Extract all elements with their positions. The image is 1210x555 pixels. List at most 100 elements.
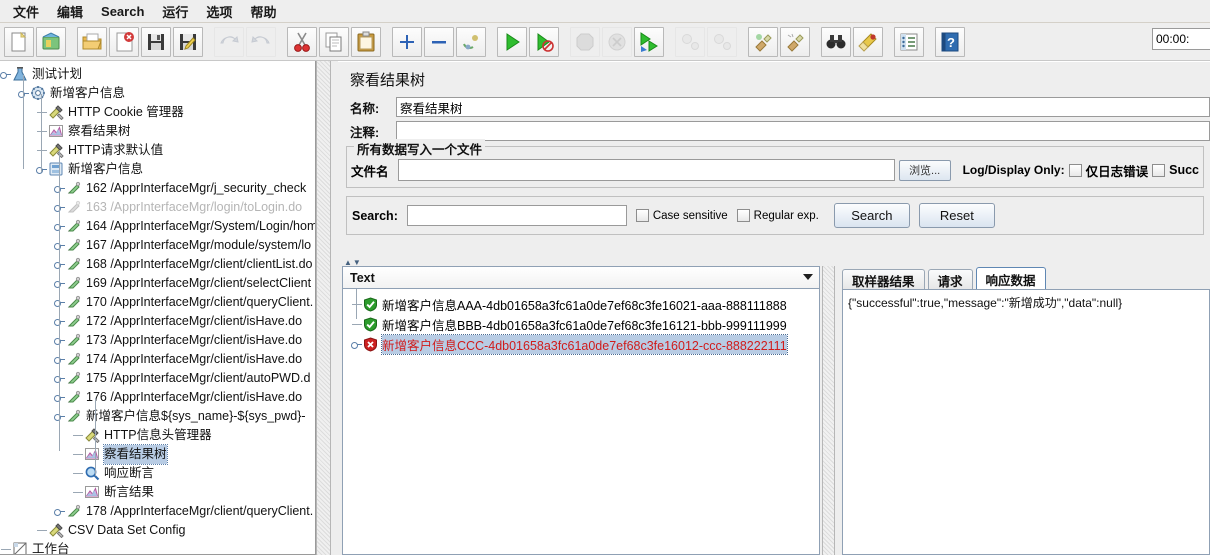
- search-input[interactable]: [406, 205, 627, 226]
- results-vertical-scrollbar[interactable]: [822, 266, 835, 555]
- copy-icon[interactable]: [319, 26, 349, 57]
- tree-node[interactable]: 162 /ApprInterfaceMgr/j_security_check: [0, 179, 315, 198]
- undo-icon: [214, 26, 244, 57]
- save-as-icon[interactable]: [173, 26, 203, 57]
- successes-only-checkbox[interactable]: [1152, 163, 1166, 177]
- name-input[interactable]: [396, 97, 1210, 117]
- toolbar-separator: [925, 27, 934, 57]
- elapsed-timer: 00:00:: [1152, 28, 1210, 50]
- sampler-icon: [66, 351, 83, 368]
- tree-node[interactable]: 169 /ApprInterfaceMgr/client/selectClien…: [0, 274, 315, 293]
- clear-icon[interactable]: [748, 26, 778, 57]
- menu-file[interactable]: 文件: [4, 0, 48, 23]
- case-sensitive-checkbox[interactable]: [635, 209, 649, 222]
- tree-node[interactable]: 察看结果树: [0, 122, 315, 141]
- result-row[interactable]: 新增客户信息BBB-4db01658a3fc61a0de7ef68c3fe161…: [343, 314, 819, 334]
- tree-node[interactable]: 172 /ApprInterfaceMgr/client/isHave.do: [0, 312, 315, 331]
- tree-node[interactable]: 174 /ApprInterfaceMgr/client/isHave.do: [0, 350, 315, 369]
- search-button[interactable]: Search: [833, 203, 910, 228]
- tree-node[interactable]: 168 /ApprInterfaceMgr/client/clientList.…: [0, 255, 315, 274]
- tree-node[interactable]: 163 /ApprInterfaceMgr/login/toLogin.do: [0, 198, 315, 217]
- tree-elbow: [36, 521, 48, 540]
- case-sensitive-checkbox-wrap[interactable]: Case sensitive: [635, 209, 728, 222]
- tree-node[interactable]: HTTP Cookie 管理器: [0, 103, 315, 122]
- collapse-all-icon[interactable]: [424, 26, 454, 57]
- menu-options[interactable]: 选项: [197, 0, 241, 23]
- results-tree[interactable]: 新增客户信息AAA-4db01658a3fc61a0de7ef68c3fe160…: [343, 289, 819, 355]
- search-icon[interactable]: [821, 26, 851, 57]
- result-expand-handle[interactable]: [351, 339, 362, 350]
- filename-label: 文件名: [351, 164, 389, 179]
- controller-icon: [48, 161, 65, 178]
- function-helper-icon[interactable]: [894, 26, 924, 57]
- tree-node-label: 167 /ApprInterfaceMgr/module/system/lo: [86, 238, 312, 252]
- comment-input[interactable]: [396, 121, 1210, 141]
- filename-input[interactable]: [397, 159, 895, 181]
- result-tabs[interactable]: 取样器结果 请求 响应数据: [838, 266, 1210, 290]
- results-tree-panel[interactable]: Text 新增客户信息AAA-4db01658a3fc61a0de7ef68c3…: [342, 266, 820, 555]
- new-icon[interactable]: [4, 26, 34, 57]
- tree-node-label: 新增客户信息: [68, 162, 144, 176]
- tree-collapse-handle[interactable]: [54, 506, 65, 517]
- start-icon[interactable]: [497, 26, 527, 57]
- toggle-icon[interactable]: [456, 26, 486, 57]
- menu-run[interactable]: 运行: [153, 0, 197, 23]
- tree-vertical-scrollbar[interactable]: [316, 61, 331, 555]
- paste-icon[interactable]: [351, 26, 381, 57]
- tree-node[interactable]: 新增客户信息: [0, 84, 315, 103]
- tree-node[interactable]: 167 /ApprInterfaceMgr/module/system/lo: [0, 236, 315, 255]
- errors-only-checkbox-wrap[interactable]: 仅日志错误: [1068, 161, 1148, 180]
- response-data-box[interactable]: {"successful":true,"message":"新增成功","dat…: [842, 289, 1210, 555]
- tree-node[interactable]: 164 /ApprInterfaceMgr/System/Login/hom: [0, 217, 315, 236]
- successes-only-checkbox-wrap[interactable]: Succ: [1152, 163, 1199, 177]
- tree-node[interactable]: 新增客户信息: [0, 160, 315, 179]
- result-tab[interactable]: 取样器结果: [842, 269, 925, 290]
- menu-help[interactable]: 帮助: [241, 0, 285, 23]
- expand-all-icon[interactable]: [392, 26, 422, 57]
- file-group-title: 所有数据写入一个文件: [354, 139, 486, 158]
- test-plan-tree[interactable]: 测试计划 新增客户信息 HTTP Cookie 管理器 察看结果树 HTTP请求默认值新…: [0, 61, 315, 554]
- clear-all-icon[interactable]: [780, 26, 810, 57]
- tree-node[interactable]: 175 /ApprInterfaceMgr/client/autoPWD.d: [0, 369, 315, 388]
- help-icon[interactable]: ?: [935, 26, 965, 57]
- tree-node[interactable]: 测试计划: [0, 65, 315, 84]
- regular-exp-checkbox[interactable]: [736, 209, 750, 222]
- tree-node[interactable]: 176 /ApprInterfaceMgr/client/isHave.do: [0, 388, 315, 407]
- errors-only-checkbox[interactable]: [1068, 163, 1082, 177]
- tree-node-label: HTTP Cookie 管理器: [68, 105, 184, 119]
- reset-button[interactable]: Reset: [918, 203, 995, 228]
- cut-icon[interactable]: [287, 26, 317, 57]
- chevron-down-icon[interactable]: [803, 274, 813, 280]
- tree-node[interactable]: 178 /ApprInterfaceMgr/client/queryClient…: [0, 502, 315, 521]
- start-remote-all-icon[interactable]: [634, 26, 664, 57]
- result-tab[interactable]: 响应数据: [975, 267, 1046, 290]
- render-format-combo[interactable]: Text: [343, 267, 819, 289]
- browse-button[interactable]: 浏览...: [898, 159, 951, 181]
- result-row[interactable]: 新增客户信息AAA-4db01658a3fc61a0de7ef68c3fe160…: [343, 294, 819, 314]
- tree-node[interactable]: 响应断言: [0, 464, 315, 483]
- tree-node[interactable]: HTTP请求默认值: [0, 141, 315, 160]
- tree-expand-handle[interactable]: [0, 69, 11, 80]
- test-plan-tree-panel[interactable]: 测试计划 新增客户信息 HTTP Cookie 管理器 察看结果树 HTTP请求默认值新…: [0, 61, 316, 555]
- templates-icon[interactable]: [36, 26, 66, 57]
- tree-node[interactable]: 工作台: [0, 540, 315, 554]
- tree-node[interactable]: 断言结果: [0, 483, 315, 502]
- regular-exp-checkbox-wrap[interactable]: Regular exp.: [736, 209, 819, 222]
- tree-node-label: HTTP信息头管理器: [104, 428, 212, 442]
- tree-node[interactable]: 新增客户信息${sys_name}-${sys_pwd}-: [0, 407, 315, 426]
- save-icon[interactable]: [141, 26, 171, 57]
- open-icon[interactable]: [77, 26, 107, 57]
- tree-node-label: 断言结果: [104, 485, 155, 499]
- search-reset-icon[interactable]: [853, 26, 883, 57]
- menu-edit[interactable]: 编辑: [48, 0, 92, 23]
- menu-search[interactable]: Search: [92, 2, 153, 21]
- start-no-pause-icon[interactable]: [529, 26, 559, 57]
- close-icon[interactable]: [109, 26, 139, 57]
- tree-node[interactable]: 察看结果树: [0, 444, 315, 465]
- tree-node[interactable]: 173 /ApprInterfaceMgr/client/isHave.do: [0, 331, 315, 350]
- result-row[interactable]: 新增客户信息CCC-4db01658a3fc61a0de7ef68c3fe160…: [343, 333, 819, 355]
- tree-node[interactable]: 170 /ApprInterfaceMgr/client/queryClient…: [0, 293, 315, 312]
- tree-node[interactable]: CSV Data Set Config: [0, 521, 315, 540]
- result-tab[interactable]: 请求: [927, 269, 973, 290]
- tree-node[interactable]: HTTP信息头管理器: [0, 426, 315, 445]
